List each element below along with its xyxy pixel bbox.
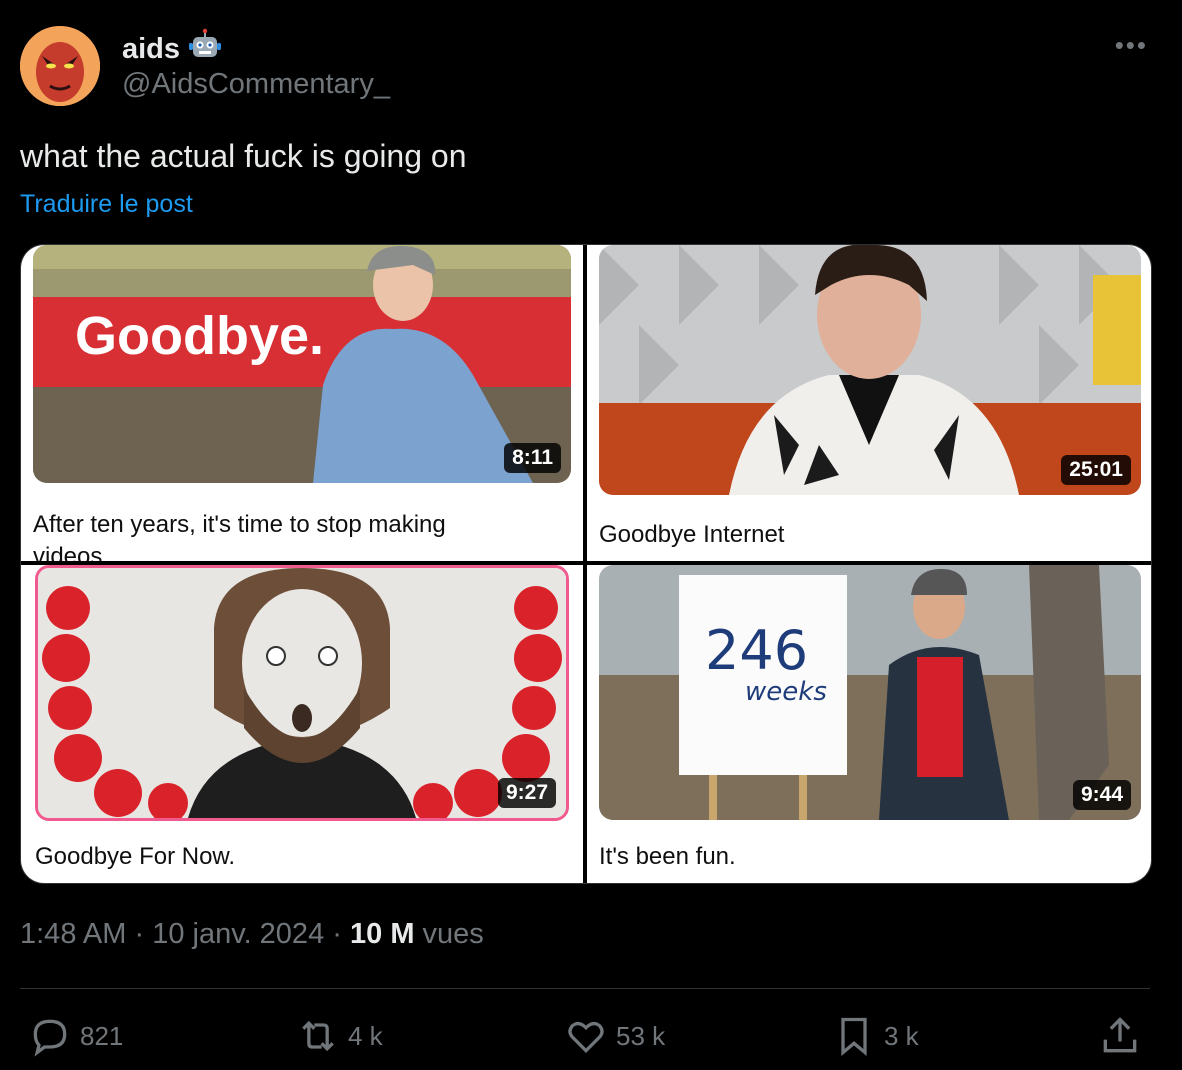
display-name[interactable]: aids <box>122 33 180 66</box>
video-caption: Goodbye For Now. <box>35 843 236 870</box>
video-caption: After ten years, it's time to stop makin… <box>33 511 446 561</box>
video-duration: 25:01 <box>1061 455 1131 485</box>
views-label: vues <box>422 918 484 950</box>
repost-count: 4 k <box>348 1020 383 1051</box>
bookmark-icon <box>841 1017 867 1057</box>
share-button[interactable] <box>1098 1014 1142 1058</box>
author-name-row[interactable]: aids <box>122 28 222 70</box>
media-item-1[interactable]: Goodbye. 8:11 After ten years, it's time… <box>21 245 583 561</box>
tweet-date[interactable]: 10 janv. 2024 <box>152 918 324 950</box>
avatar[interactable] <box>20 26 100 106</box>
like-count: 53 k <box>616 1020 666 1051</box>
repost-icon <box>302 1020 334 1052</box>
bookmark-button[interactable]: 3 k <box>832 1014 919 1058</box>
divider <box>20 988 1150 989</box>
tweet-time[interactable]: 1:48 AM <box>20 918 126 950</box>
tweet-meta: 1:48 AM · 10 janv. 2024 · 10 M vues <box>20 918 484 951</box>
media-item-4[interactable]: 246 weeks 9:44 It's been fun. <box>587 565 1151 883</box>
like-button[interactable]: 53 k <box>564 1014 665 1058</box>
reply-icon <box>33 1019 67 1057</box>
video-caption: It's been fun. <box>599 843 736 870</box>
repost-button[interactable]: 4 k <box>296 1014 383 1058</box>
video-thumbnail-4: 246 weeks 9:44 <box>599 565 1141 820</box>
heart-icon <box>568 1021 604 1054</box>
separator-dot: · <box>332 918 342 950</box>
video-thumbnail-3: 9:27 <box>35 565 569 821</box>
media-item-3[interactable]: 9:27 Goodbye For Now. <box>21 565 583 883</box>
thumbnail-weeks-text: weeks <box>745 677 827 707</box>
video-thumbnail-1: Goodbye. 8:11 <box>33 245 571 483</box>
share-icon <box>1103 1017 1137 1053</box>
avatar-image <box>20 26 100 106</box>
media-item-2[interactable]: 25:01 Goodbye Internet <box>587 245 1151 561</box>
separator-dot: · <box>134 918 145 950</box>
video-duration: 9:27 <box>497 778 556 808</box>
video-thumbnail-2: 25:01 <box>599 245 1141 495</box>
thumbnail-number-text: 246 <box>705 619 809 682</box>
author-handle[interactable]: @AidsCommentary_ <box>122 68 390 101</box>
views-count: 10 M <box>350 918 415 950</box>
bookmark-count: 3 k <box>884 1020 919 1051</box>
media-grid: Goodbye. 8:11 After ten years, it's time… <box>20 244 1152 884</box>
translate-link[interactable]: Traduire le post <box>20 190 193 219</box>
more-options-icon[interactable]: ••• <box>1115 30 1148 61</box>
reply-button[interactable]: 821 <box>28 1014 123 1058</box>
video-duration: 9:44 <box>1072 780 1131 810</box>
reply-count: 821 <box>80 1020 124 1051</box>
tweet-text: what the actual fuck is going on <box>20 138 467 174</box>
video-caption: Goodbye Internet <box>599 521 785 548</box>
video-duration: 8:11 <box>504 443 561 473</box>
thumbnail-title-text: Goodbye. <box>75 306 325 366</box>
robot-emoji-icon <box>188 28 222 70</box>
